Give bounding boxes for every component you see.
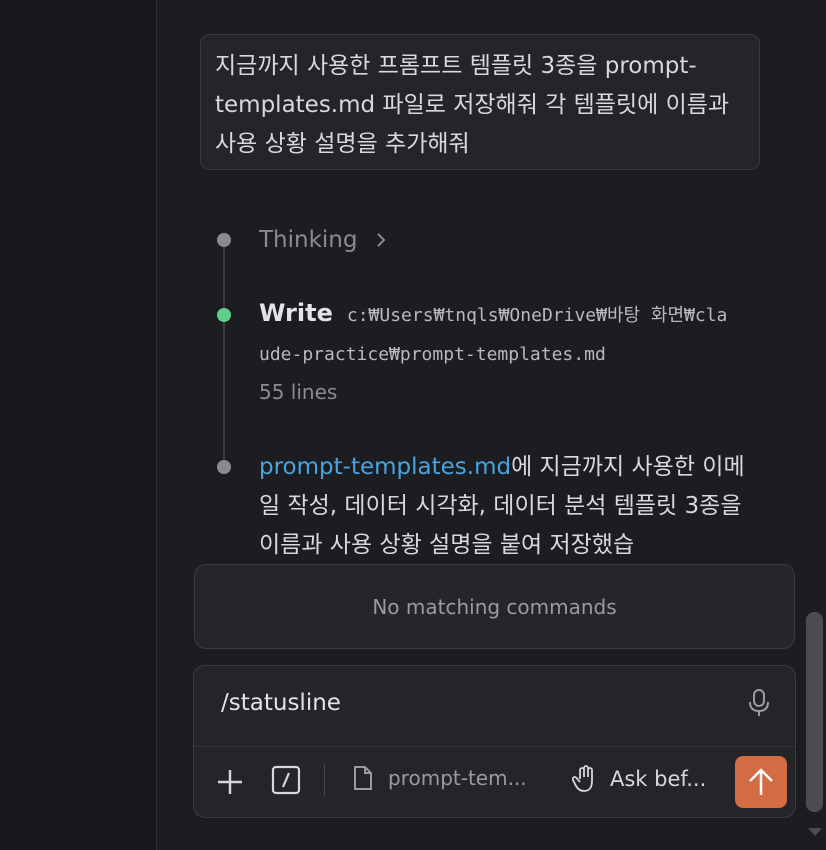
- permission-mode-label: Ask bef...: [610, 767, 707, 791]
- scroll-down-arrow[interactable]: [808, 828, 822, 836]
- assistant-dot: [217, 460, 231, 474]
- permission-mode-button[interactable]: Ask bef...: [572, 765, 706, 793]
- input-toolbar: prompt-tem... Ask bef...: [194, 748, 795, 818]
- scrollbar-thumb[interactable]: [806, 612, 823, 812]
- plus-icon[interactable]: [216, 768, 244, 796]
- file-link[interactable]: prompt-templates.md: [259, 454, 511, 480]
- thinking-label: Thinking: [259, 227, 358, 253]
- sidebar: [0, 0, 157, 850]
- assistant-message: prompt-templates.md에 지금까지 사용한 이메일 작성, 데이…: [259, 448, 759, 560]
- user-message-bubble: 지금까지 사용한 프롬프트 템플릿 3종을 prompt-templates.m…: [200, 34, 760, 170]
- command-popup-message: No matching commands: [372, 594, 617, 619]
- write-tool-entry[interactable]: Write c:₩Users₩tnqls₩OneDrive₩바탕 화면₩cla …: [259, 296, 759, 374]
- prompt-input[interactable]: [221, 690, 721, 716]
- user-message-text: 지금까지 사용한 프롬프트 템플릿 3종을 prompt-templates.m…: [215, 53, 730, 157]
- file-icon: [354, 766, 372, 790]
- write-path-line2: ude-practice₩prompt-templates.md: [259, 344, 606, 365]
- input-divider: [194, 746, 795, 747]
- thinking-toggle[interactable]: Thinking: [259, 227, 391, 253]
- slash-command-icon[interactable]: [271, 765, 301, 795]
- hand-icon: [572, 765, 593, 792]
- attached-file-label: prompt-tem...: [388, 766, 527, 790]
- send-button[interactable]: [735, 756, 787, 808]
- write-line-count: 55 lines: [259, 380, 338, 404]
- command-popup: No matching commands: [194, 564, 795, 649]
- thinking-dot: [217, 233, 231, 247]
- prompt-input-box: prompt-tem... Ask bef...: [193, 665, 796, 818]
- write-status-dot: [217, 308, 231, 322]
- write-label: Write: [259, 299, 333, 327]
- timeline-line: [223, 240, 225, 466]
- toolbar-separator: [324, 764, 325, 796]
- attached-file-chip[interactable]: prompt-tem...: [352, 765, 527, 791]
- microphone-icon[interactable]: [747, 688, 771, 718]
- arrow-up-icon: [749, 768, 773, 795]
- chevron-right-icon: [377, 233, 386, 247]
- write-path-line1: c:₩Users₩tnqls₩OneDrive₩바탕 화면₩cla: [346, 305, 728, 326]
